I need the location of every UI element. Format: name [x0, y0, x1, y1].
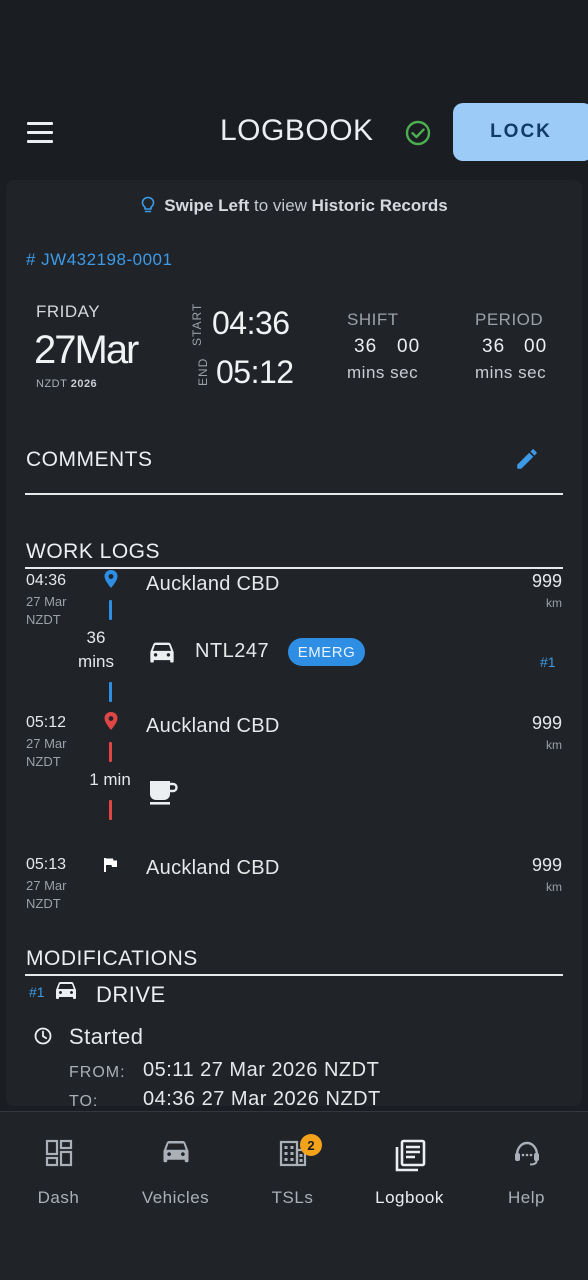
year: 2026: [70, 378, 98, 390]
headset-icon: [514, 1141, 539, 1166]
car-icon: [163, 1141, 188, 1163]
modifications-divider: [25, 974, 563, 976]
period-label: PERIOD: [475, 310, 544, 329]
log-entry-time: 05:13: [26, 856, 67, 873]
day-of-week: FRIDAY: [36, 302, 101, 321]
to-value: 04:36 27 Mar 2026 NZDT: [143, 1088, 381, 1106]
notification-badge: 2: [300, 1134, 322, 1156]
start-time: 04:36: [212, 305, 290, 341]
hint-action: Swipe Left: [164, 196, 250, 215]
drive-sequence: #1: [540, 654, 556, 670]
end-time: 05:12: [216, 354, 294, 390]
log-entry-location: Auckland CBD: [146, 573, 280, 595]
car-icon: [56, 982, 76, 999]
nav-label: Logbook: [375, 1188, 444, 1207]
log-entry-tz: NZDT: [26, 754, 61, 769]
bottom-navigation: Dash Vehicles 2 TSLs Logbook Help: [0, 1111, 588, 1280]
edit-icon[interactable]: [514, 446, 540, 472]
hint-target: Historic Records: [311, 196, 448, 215]
menu-icon[interactable]: [22, 120, 58, 146]
clock-icon: [34, 1027, 52, 1045]
drive-duration-number: 36: [86, 628, 106, 647]
coffee-icon: [150, 781, 178, 805]
nav-dash[interactable]: Dash: [0, 1112, 117, 1222]
drive-segment-line: [109, 682, 112, 702]
nav-label: Vehicles: [141, 1188, 210, 1207]
comments-divider: [25, 493, 563, 495]
app-bar: LOGBOOK LOCK: [0, 100, 588, 164]
log-entry-time: 04:36: [26, 572, 67, 589]
drive-segment-line: [109, 600, 112, 620]
period-mins: 36: [482, 336, 506, 357]
logbook-card: Swipe Left to view Historic Records # JW…: [6, 180, 582, 1106]
from-value: 05:11 27 Mar 2026 NZDT: [143, 1059, 380, 1081]
log-entry-tz: NZDT: [26, 612, 61, 627]
log-entry-unit: km: [546, 738, 562, 752]
log-entry-location: Auckland CBD: [146, 857, 280, 879]
logbook-icon: [395, 1139, 425, 1172]
to-label: TO:: [69, 1093, 99, 1106]
log-entry-location: Auckland CBD: [146, 715, 280, 737]
start-label: START: [190, 302, 204, 346]
hint-middle: to view: [254, 196, 307, 215]
log-entry-date: 27 Mar: [26, 878, 67, 893]
break-duration: 1 min: [89, 770, 131, 789]
shift-units: mins sec: [347, 363, 419, 382]
log-entry-time: 05:12: [26, 714, 67, 731]
start-pin-icon: [104, 570, 118, 588]
page-title: LOGBOOK: [220, 114, 374, 147]
break-segment-line: [109, 742, 112, 762]
shift-mins: 36: [354, 336, 378, 357]
drive-duration-unit: mins: [78, 652, 114, 671]
modification-type: DRIVE: [96, 982, 166, 1007]
nav-vehicles[interactable]: Vehicles: [117, 1112, 234, 1222]
comments-title: COMMENTS: [26, 448, 153, 471]
log-entry-tz: NZDT: [26, 896, 61, 911]
record-id-link[interactable]: # JW432198-0001: [26, 250, 172, 270]
log-entry-unit: km: [546, 880, 562, 894]
log-entry-date: 27 Mar: [26, 594, 67, 609]
dashboard-icon: [45, 1139, 72, 1167]
log-entry-date: 27 Mar: [26, 736, 67, 751]
nav-tsls[interactable]: 2 TSLs: [234, 1112, 351, 1222]
log-entry-unit: km: [546, 596, 562, 610]
log-entry-odometer: 999: [531, 571, 562, 591]
modifications-title: MODIFICATIONS: [26, 947, 198, 970]
swipe-hint: Swipe Left to view Historic Records: [6, 196, 582, 216]
modification-sequence: #1: [29, 984, 45, 1000]
vehicle-registration: NTL247: [195, 640, 270, 662]
timezone: NZDT: [36, 378, 68, 390]
drive-duration: 36 mins: [68, 626, 124, 674]
shift-label: SHIFT: [347, 310, 399, 329]
nav-help[interactable]: Help: [468, 1112, 585, 1222]
nav-label: Help: [508, 1188, 545, 1207]
log-entry-odometer: 999: [531, 713, 562, 733]
shift-secs: 00: [397, 336, 421, 357]
record-date: 27Mar: [34, 328, 139, 372]
period-units: mins sec: [475, 363, 547, 382]
stop-pin-icon: [104, 712, 118, 730]
nav-logbook[interactable]: Logbook: [351, 1112, 468, 1222]
from-label: FROM:: [69, 1064, 126, 1081]
flag-icon: [104, 858, 117, 872]
nav-label: Dash: [37, 1188, 80, 1207]
work-logs-divider: [25, 567, 563, 569]
lock-button[interactable]: LOCK: [453, 103, 588, 161]
nav-label: TSLs: [271, 1188, 314, 1207]
log-entry-odometer: 999: [531, 855, 562, 875]
emerg-tag[interactable]: EMERG: [288, 638, 365, 666]
car-icon: [150, 642, 174, 663]
break-segment-line: [109, 800, 112, 820]
modification-action: Started: [69, 1024, 144, 1049]
work-logs-title: WORK LOGS: [26, 540, 161, 563]
lightbulb-icon: [141, 196, 155, 213]
period-secs: 00: [524, 336, 548, 357]
end-label: END: [196, 357, 210, 386]
check-circle-icon: [405, 120, 431, 146]
timezone-year: NZDT 2026: [36, 378, 97, 390]
